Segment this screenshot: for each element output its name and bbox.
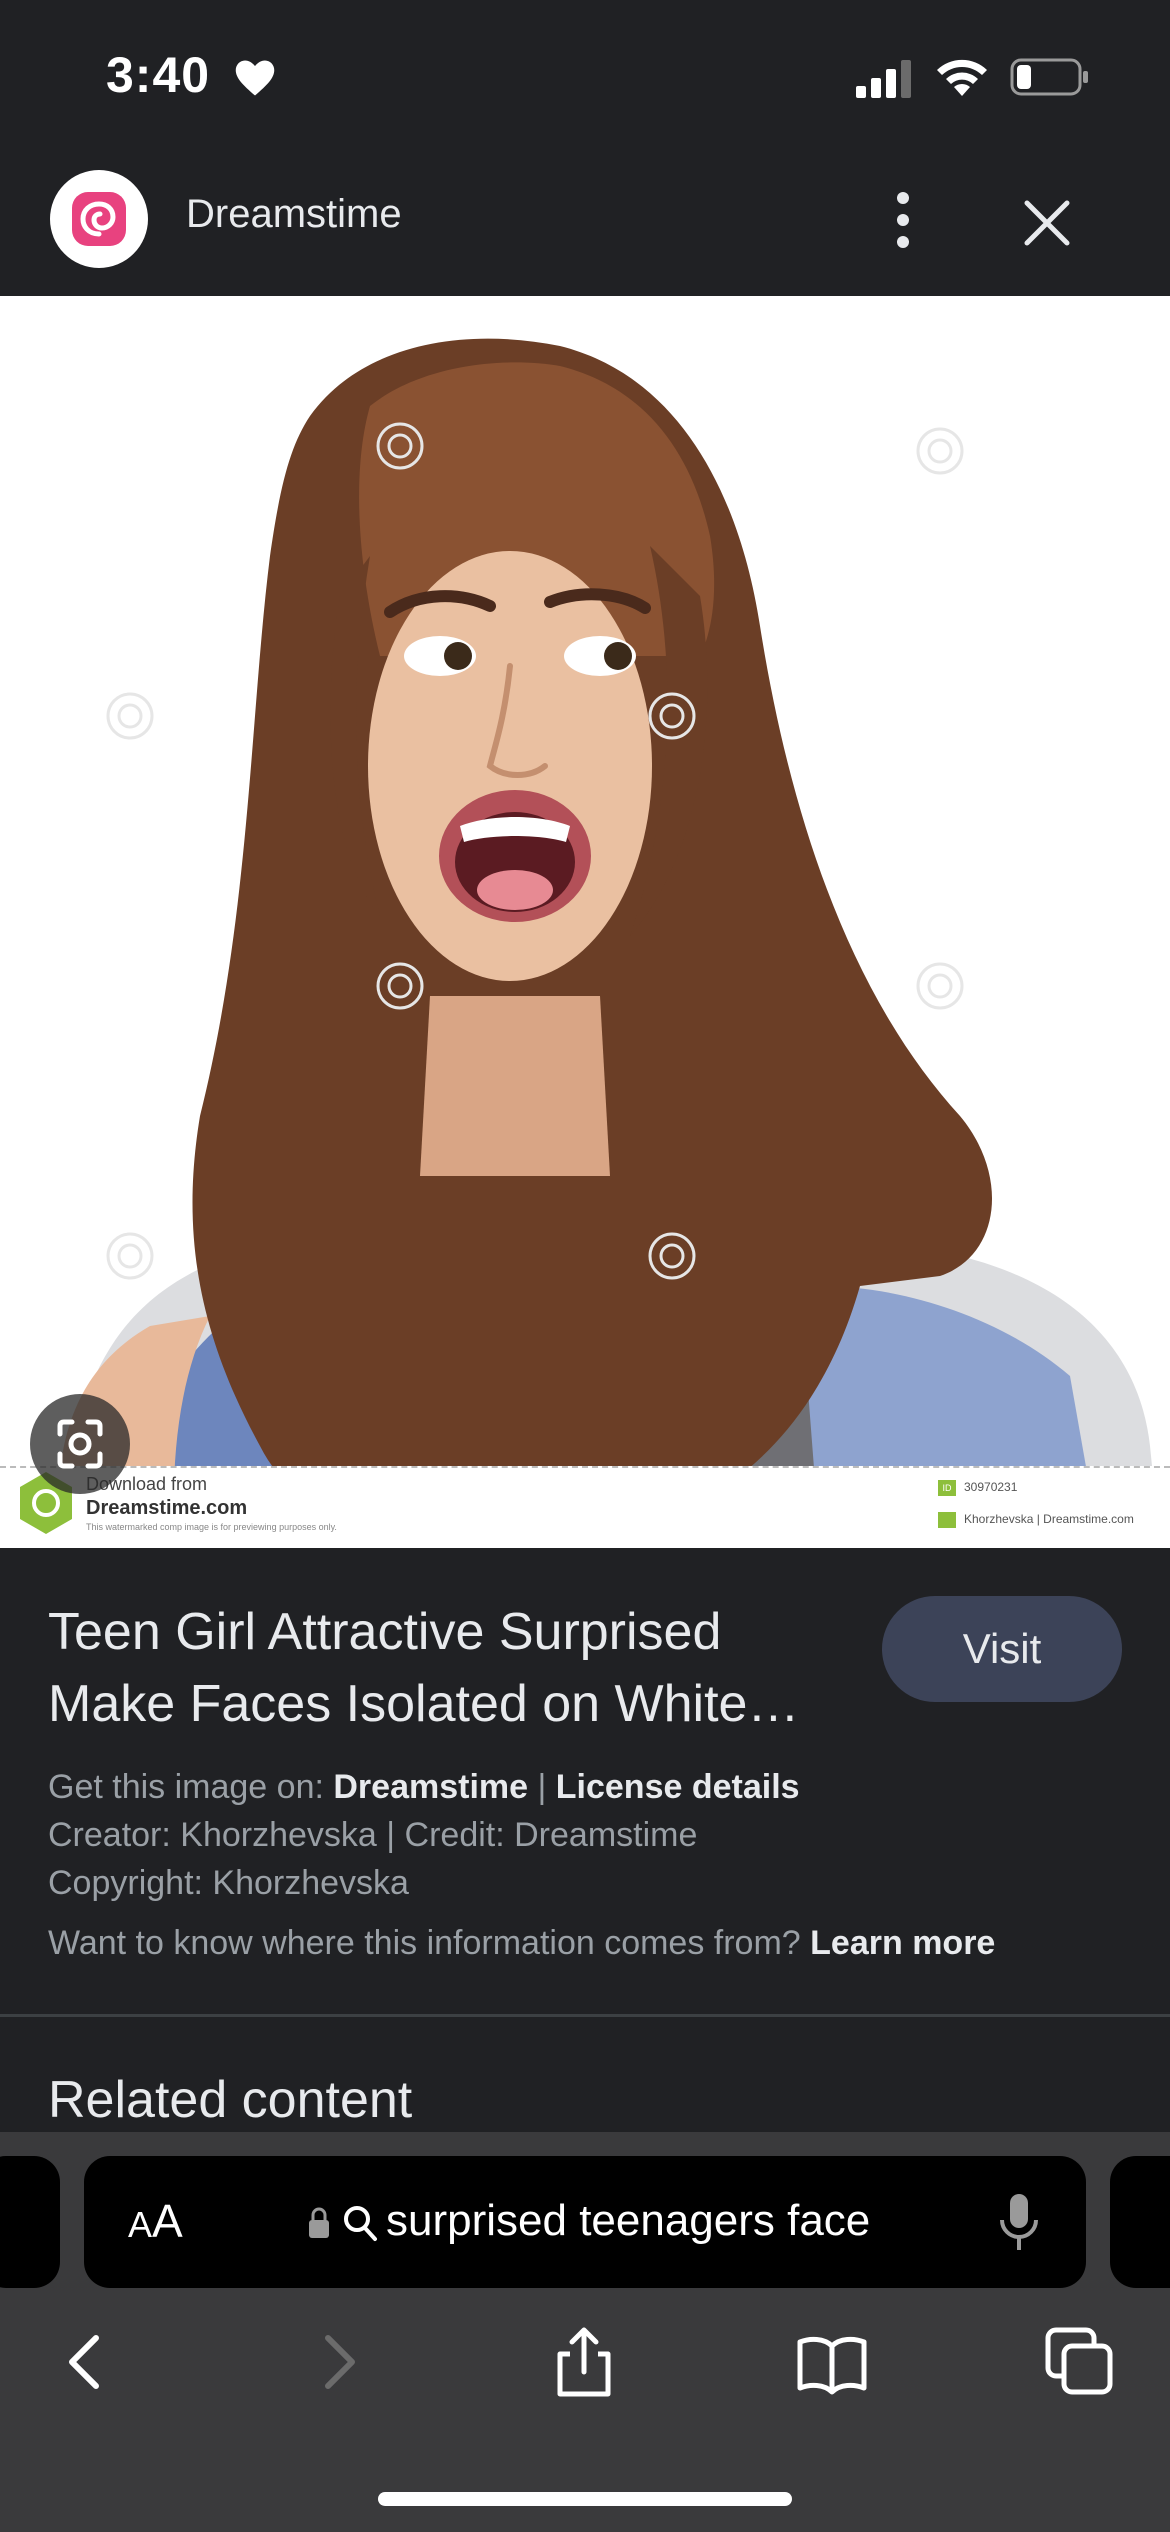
- lens-result-header: Dreamstime: [0, 150, 1170, 296]
- wifi-icon: [937, 59, 987, 96]
- dreamstime-spiral-icon: [72, 192, 126, 246]
- more-options-icon[interactable]: [870, 180, 936, 260]
- watermark-disclaimer: This watermarked comp image is for previ…: [86, 1522, 337, 1532]
- next-tab-preview[interactable]: [1110, 2156, 1170, 2288]
- lens-icon: [57, 1419, 103, 1469]
- text-size-small-glyph: A: [128, 2204, 153, 2245]
- address-text[interactable]: surprised teenagers face: [386, 2196, 870, 2246]
- info-question: Want to know where this information come…: [48, 1924, 811, 1962]
- back-icon[interactable]: [48, 2324, 124, 2400]
- forward-icon[interactable]: [300, 2324, 376, 2400]
- bookmarks-icon[interactable]: [794, 2324, 870, 2400]
- home-indicator: [378, 2492, 792, 2506]
- text-size-button[interactable]: AA: [128, 2194, 183, 2248]
- watermark-id-badge: ID: [938, 1480, 956, 1496]
- result-image[interactable]: [0, 296, 1170, 1546]
- search-icon: [344, 2206, 377, 2241]
- battery-icon: [1010, 58, 1088, 96]
- previous-tab-preview[interactable]: [0, 2156, 60, 2288]
- lens-search-button[interactable]: [30, 1394, 130, 1494]
- site-name[interactable]: Dreamstime: [186, 192, 402, 237]
- microphone-icon[interactable]: [996, 2190, 1042, 2256]
- related-content-heading: Related content: [48, 2071, 413, 2129]
- result-title[interactable]: Teen Girl Attractive Surprised Make Face…: [48, 1596, 848, 1740]
- watermark-credit-icon: [938, 1512, 956, 1528]
- status-bar: 3:40: [0, 0, 1170, 150]
- info-source-line: Want to know where this information come…: [48, 1924, 995, 1963]
- section-divider: [0, 2014, 1170, 2017]
- visit-button[interactable]: Visit: [882, 1596, 1122, 1702]
- source-separator: |: [528, 1768, 556, 1806]
- source-prefix: Get this image on:: [48, 1768, 334, 1806]
- share-icon[interactable]: [546, 2324, 622, 2400]
- dreamstime-logo[interactable]: [50, 170, 148, 268]
- copyright-line: Copyright: Khorzhevska: [48, 1864, 409, 1902]
- learn-more-link[interactable]: Learn more: [810, 1924, 995, 1962]
- watermark-site-text: Dreamstime.com: [86, 1497, 248, 1519]
- license-details-link[interactable]: License details: [556, 1768, 800, 1806]
- heart-icon: [235, 60, 275, 96]
- text-size-large-glyph: A: [152, 2195, 183, 2247]
- watermark-image-id: 30970231: [964, 1480, 1018, 1494]
- photo-surprised-girl: [0, 296, 1170, 1546]
- creator-line: Creator: Khorzhevska | Credit: Dreamstim…: [48, 1816, 698, 1854]
- source-link[interactable]: Dreamstime: [333, 1768, 528, 1806]
- tabs-icon[interactable]: [1042, 2324, 1118, 2400]
- source-line: Get this image on: Dreamstime | License …: [48, 1768, 800, 1807]
- cellular-signal-icon: [856, 60, 911, 98]
- lock-icon: [309, 2207, 329, 2238]
- watermark-credit: Khorzhevska | Dreamstime.com: [964, 1512, 1134, 1526]
- close-icon[interactable]: [1010, 186, 1084, 260]
- status-time: 3:40: [106, 47, 211, 103]
